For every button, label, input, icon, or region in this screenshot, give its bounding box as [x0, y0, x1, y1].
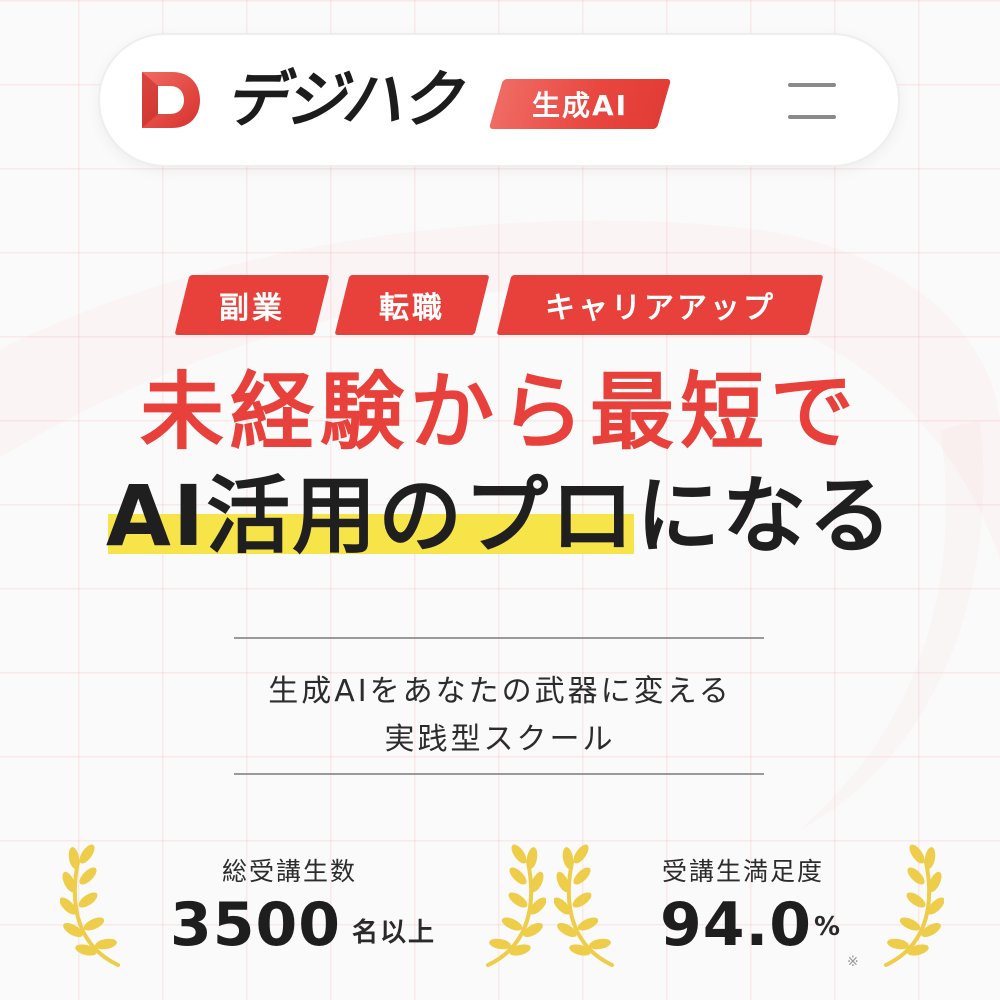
tag-label: 転職 [379, 291, 445, 326]
D-logo-icon[interactable] [138, 68, 202, 132]
brand-logo-text[interactable]: デジハク [224, 62, 462, 138]
stat-value-students: 3500 [170, 890, 341, 960]
tagline-line1: 生成AIをあなたの武器に変える [268, 674, 732, 709]
menu-bar [788, 83, 836, 87]
brand-badge: 生成AI [488, 79, 672, 129]
laurel-left-icon [554, 840, 614, 967]
laurel-right-icon [486, 840, 546, 967]
stat-unit-satisfaction: % [814, 912, 843, 942]
stat-label-satisfaction: 受講生満足度 [662, 857, 825, 886]
hero-headline-line1: 未経験から最短で [139, 363, 860, 461]
brand-badge-label: 生成AI [531, 89, 629, 122]
tag-label: 副業 [219, 291, 285, 326]
tag-label: キャリアアップ [544, 291, 776, 326]
laurel-left-icon [60, 840, 120, 967]
menu-bar [788, 115, 836, 119]
stat-footnote-mark: ※ [847, 954, 859, 970]
divider-top [234, 637, 764, 639]
stat-label-students: 総受講生数 [222, 857, 358, 886]
divider-bottom [234, 773, 764, 775]
laurel-right-icon [884, 840, 944, 967]
hamburger-menu-icon[interactable] [782, 77, 842, 123]
tag-side-job: 副業 [174, 275, 330, 335]
tag-job-change: 転職 [334, 275, 490, 335]
site-header: デジハク 生成AI [98, 33, 900, 167]
hero-headline-line2: AI活用のプロになる [105, 467, 895, 565]
stat-value-satisfaction: 94.0 [660, 890, 813, 960]
tag-career-up: キャリアアップ [496, 275, 824, 335]
tagline-line2: 実践型スクール [384, 722, 616, 757]
stat-unit-students: 名以上 [352, 918, 437, 948]
